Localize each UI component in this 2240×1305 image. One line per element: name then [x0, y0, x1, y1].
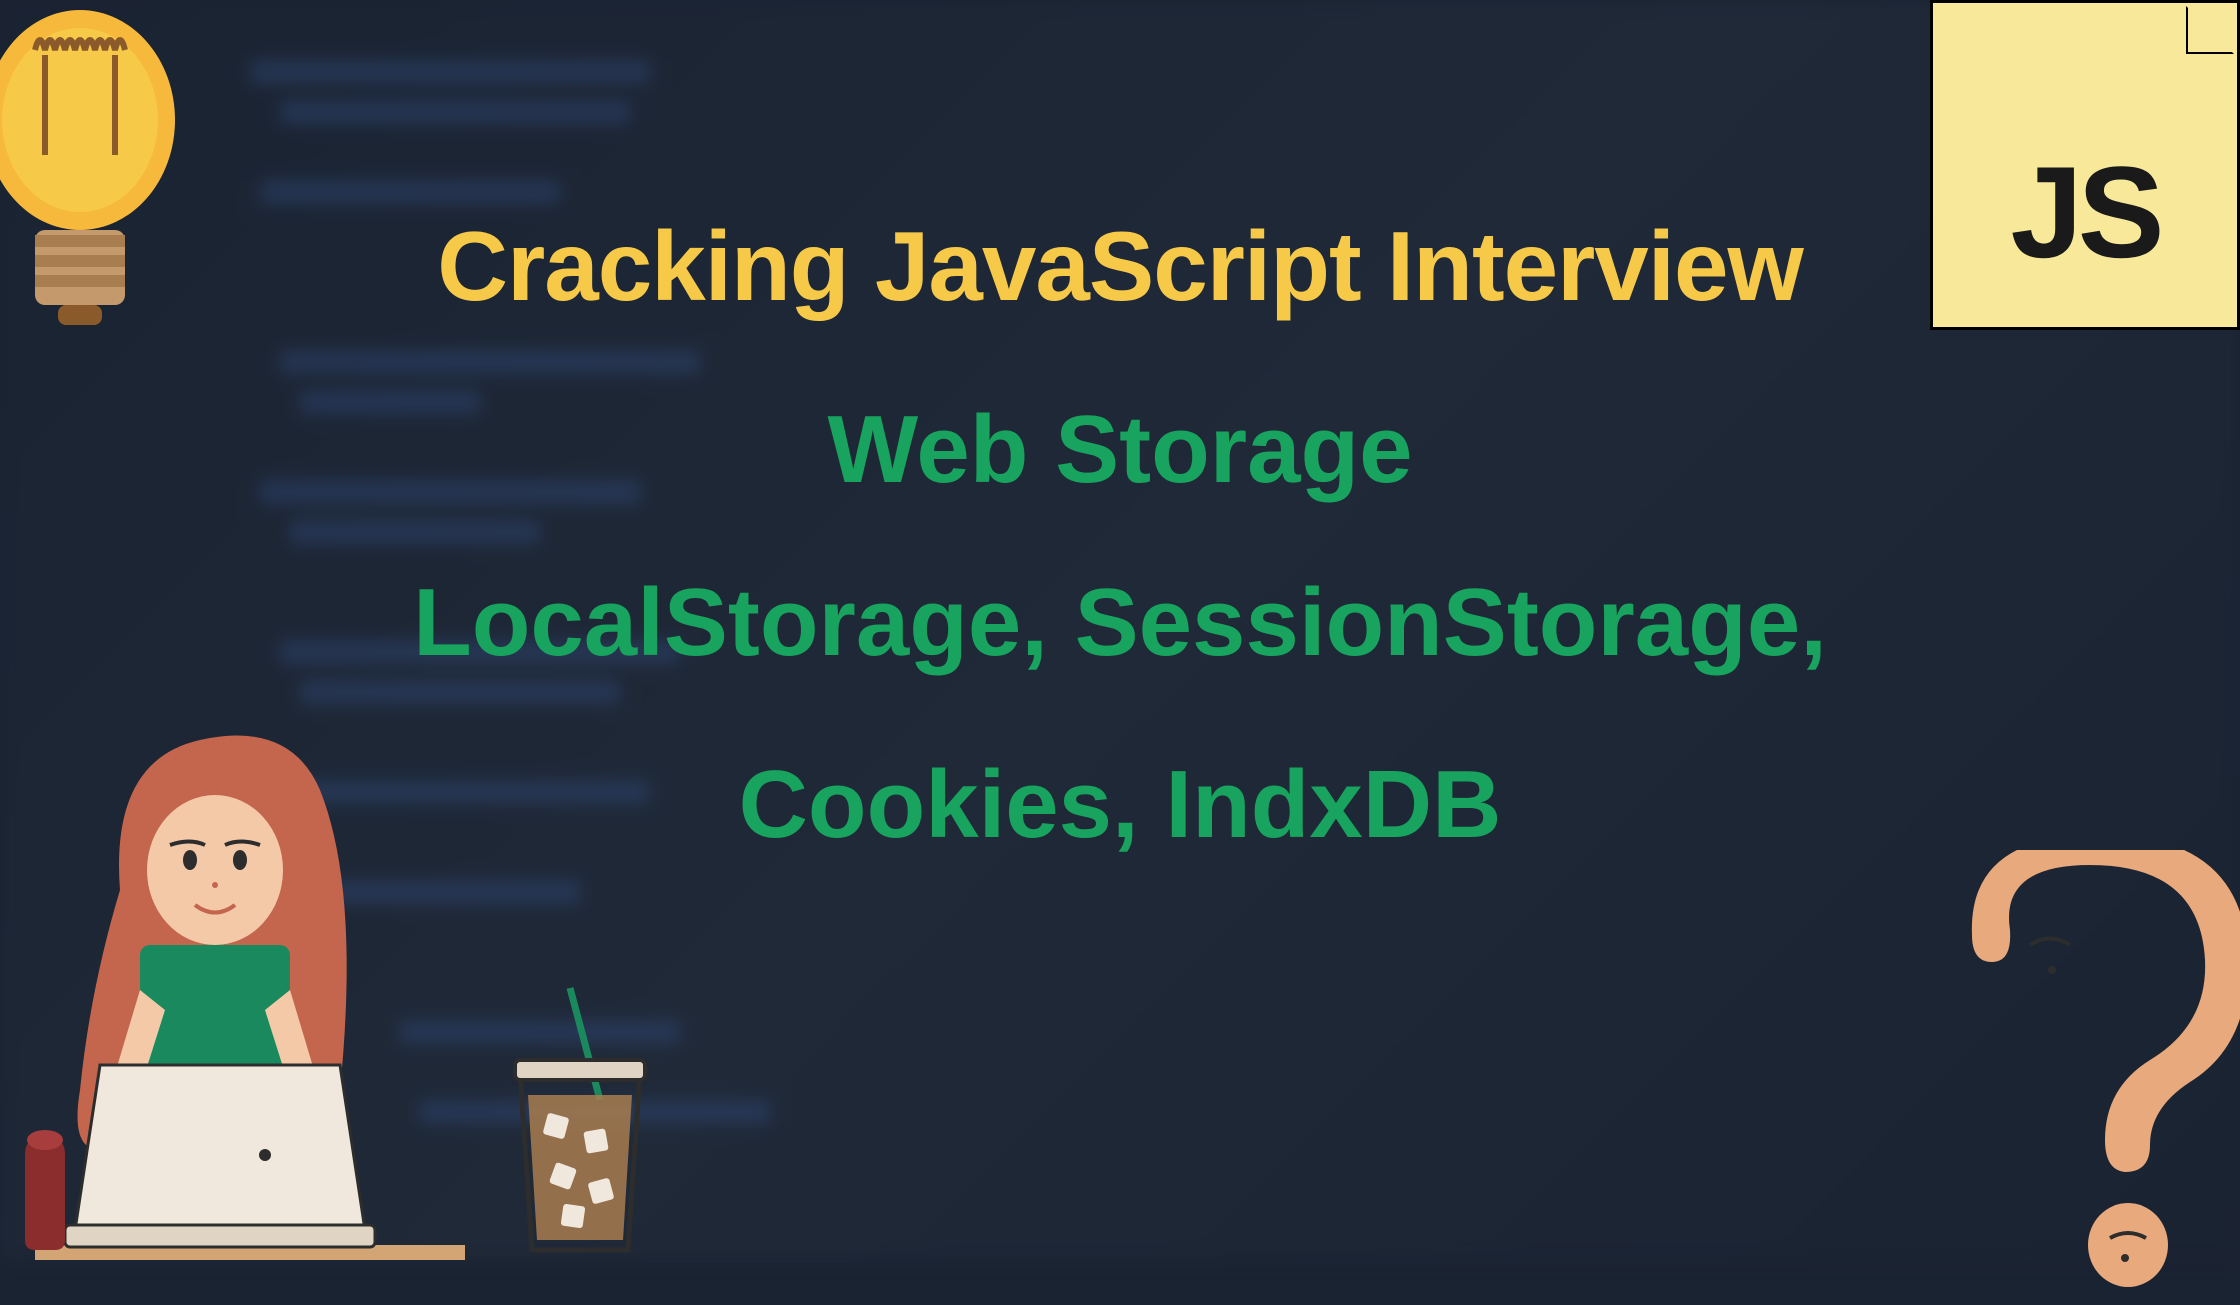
- main-title: Cracking JavaScript Interview: [437, 210, 1802, 323]
- question-mark-icon: [1950, 850, 2240, 1300]
- js-badge-text: JS: [2010, 137, 2159, 287]
- subtitle-line-3: Cookies, IndxDB: [739, 750, 1502, 860]
- js-badge: JS: [1930, 0, 2240, 330]
- lightbulb-icon: [0, 0, 180, 330]
- js-badge-fold: [2186, 6, 2234, 54]
- person-laptop-icon: [20, 710, 470, 1260]
- subtitle-line-1: Web Storage: [828, 395, 1413, 505]
- subtitle-line-2: LocalStorage, SessionStorage,: [413, 568, 1827, 678]
- iced-coffee-icon: [490, 980, 670, 1260]
